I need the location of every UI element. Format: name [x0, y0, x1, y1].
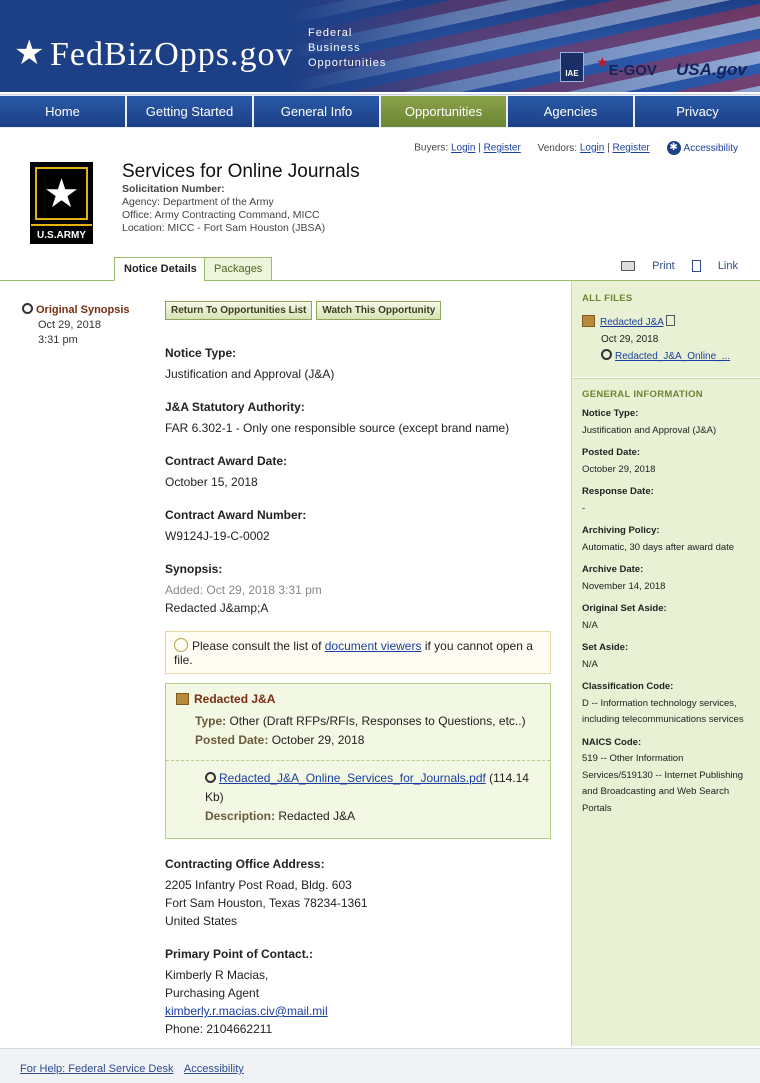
history-panel: Original Synopsis Oct 29, 2018 3:31 pm: [22, 303, 152, 348]
accessibility-icon: ✱: [666, 141, 681, 155]
page-title: Services for Online Journals: [122, 161, 360, 182]
document-viewers-link[interactable]: document viewers: [325, 639, 422, 653]
magnifier-icon: [22, 303, 33, 314]
site-banner: ★ FedBizOpps.gov Federal Business Opport…: [0, 0, 760, 92]
link-icon: [691, 260, 701, 273]
army-star-icon: ★: [35, 167, 88, 220]
package-icon: [582, 315, 595, 327]
sidebar-file-link[interactable]: Redacted_J&A_Online_...: [615, 351, 730, 362]
vendors-register-link[interactable]: Register: [613, 143, 650, 154]
award-number: Contract Award Number: W9124J-19-C-0002: [165, 508, 307, 543]
usagov-logo[interactable]: USA.gov: [676, 60, 747, 80]
main-nav: Home Getting Started General Info Opport…: [0, 94, 760, 128]
general-info-list: Notice Type: Justification and Approval (…: [582, 408, 744, 814]
page-footer: For Help: Federal Service Desk Accessibi…: [0, 1048, 760, 1083]
return-to-list-button[interactable]: Return To Opportunities List: [165, 301, 313, 320]
synopsis: Synopsis: Added: Oct 29, 2018 3:31 pm Re…: [165, 562, 322, 615]
award-date: Contract Award Date: October 15, 2018: [165, 454, 288, 489]
footer-accessibility-link[interactable]: Accessibility: [184, 1063, 244, 1075]
magnifier-icon: [205, 772, 216, 783]
iae-logo[interactable]: IAE: [560, 52, 584, 82]
nav-general-info[interactable]: General Info: [254, 96, 379, 127]
print-button[interactable]: Print: [621, 260, 675, 272]
page-tools: Print Link: [607, 260, 738, 273]
document-icon: [666, 315, 676, 326]
package-panel: Redacted J&A Type: Other (Draft RFPs/RFI…: [165, 683, 551, 839]
printer-icon: [621, 261, 636, 272]
nav-agencies[interactable]: Agencies: [508, 96, 633, 127]
solicitation-meta: Solicitation Number: Agency: Department …: [122, 183, 326, 234]
package-icon: [176, 693, 189, 705]
attachment-link[interactable]: Redacted_J&A_Online_Services_for_Journal…: [219, 771, 486, 785]
notice-type: Notice Type: Justification and Approval …: [165, 346, 335, 381]
viewer-note: Please consult the list of document view…: [165, 631, 551, 674]
point-of-contact: Primary Point of Contact.: Kimberly R Ma…: [165, 947, 328, 1036]
egov-logo[interactable]: ★E-GOV: [596, 54, 657, 79]
watch-opportunity-button[interactable]: Watch This Opportunity: [316, 301, 442, 320]
magnifier-icon: [601, 349, 612, 360]
notice-details: Return To Opportunities List Watch This …: [165, 301, 555, 1083]
sidebar-file-package-link[interactable]: Redacted J&A: [600, 317, 663, 328]
logo-subtitle: Federal Business Opportunities: [308, 27, 387, 69]
package-title: Redacted J&A: [176, 692, 540, 706]
all-files-heading: ALL FILES: [582, 293, 633, 304]
tab-packages[interactable]: Packages: [204, 257, 273, 281]
star-icon: ★: [14, 34, 45, 72]
contracting-office: Contracting Office Address: 2205 Infantr…: [165, 857, 368, 928]
site-logo[interactable]: FedBizOpps.gov: [50, 36, 294, 74]
nav-opportunities[interactable]: Opportunities: [381, 96, 506, 127]
account-links: Buyers: Login | Register Vendors: Login …: [414, 141, 738, 155]
nav-getting-started[interactable]: Getting Started: [127, 96, 252, 127]
synopsis-date: Oct 29, 2018 3:31 pm: [38, 319, 101, 346]
link-button[interactable]: Link: [691, 260, 738, 273]
buyers-register-link[interactable]: Register: [484, 143, 521, 154]
sidebar: ALL FILES Redacted J&A Oct 29, 2018 Reda…: [571, 281, 760, 1046]
buyers-login-link[interactable]: Login: [451, 143, 475, 154]
general-info-heading: GENERAL INFORMATION: [582, 389, 703, 400]
all-files-list: Redacted J&A Oct 29, 2018 Redacted_J&A_O…: [572, 304, 760, 373]
vendors-login-link[interactable]: Login: [580, 143, 604, 154]
tab-notice-details[interactable]: Notice Details: [114, 257, 207, 281]
army-logo: ★ U.S.ARMY: [30, 162, 93, 244]
original-synopsis-link[interactable]: Original Synopsis: [22, 303, 152, 316]
statutory-authority: J&A Statutory Authority: FAR 6.302-1 - O…: [165, 400, 510, 435]
nav-privacy[interactable]: Privacy: [635, 96, 760, 127]
accessibility-link[interactable]: ✱ Accessibility: [666, 141, 738, 155]
lightbulb-icon: [174, 638, 188, 652]
nav-home[interactable]: Home: [0, 96, 125, 127]
help-desk-link[interactable]: For Help: Federal Service Desk: [20, 1063, 173, 1075]
contact-email-link[interactable]: kimberly.r.macias.civ@mail.mil: [165, 1004, 328, 1018]
